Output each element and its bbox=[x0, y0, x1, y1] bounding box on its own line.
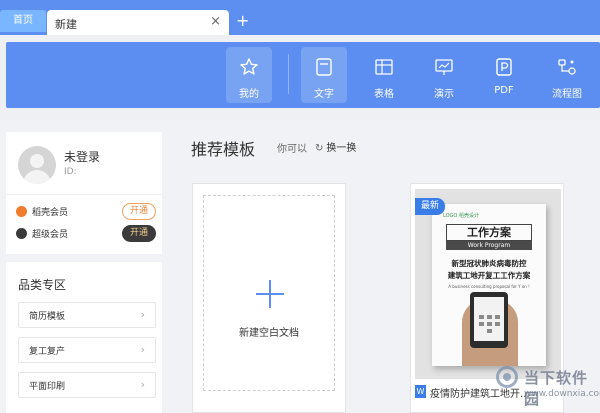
tab-new-label: 新建 bbox=[55, 18, 77, 31]
template-thumbnail: LOGO 稻壳设计 工作方案 Work Program 新型冠状肺炎病毒防控 建… bbox=[415, 189, 561, 379]
category-item-label: 简历模板 bbox=[29, 312, 66, 322]
user-card: 未登录 ID: 稻壳会员 开通 超级会员 开通 bbox=[6, 132, 162, 254]
category-title: 品类专区 bbox=[18, 278, 67, 292]
nav-table-label: 表格 bbox=[374, 89, 394, 100]
avatar-head bbox=[30, 154, 44, 168]
chevron-right-icon: › bbox=[140, 308, 145, 321]
word-doc-icon: W bbox=[415, 385, 426, 398]
vip-row-docer: 稻壳会员 开通 bbox=[16, 203, 156, 220]
nav-text-label: 文字 bbox=[314, 89, 334, 100]
nav-presentation[interactable]: 演示 bbox=[421, 47, 467, 103]
category-item[interactable]: 平面印刷 › bbox=[18, 372, 156, 398]
section-title: 推荐模板 bbox=[191, 140, 256, 159]
refresh-button[interactable]: ↻ 换一换 bbox=[315, 139, 356, 154]
avatar-body bbox=[23, 170, 51, 184]
nav-pdf[interactable]: PDF bbox=[481, 47, 527, 103]
new-blank-document-card[interactable]: 新建空白文档 bbox=[192, 183, 346, 413]
docer-vip-icon bbox=[16, 206, 27, 217]
open-super-vip-button[interactable]: 开通 bbox=[122, 225, 156, 242]
phone-screen bbox=[474, 297, 504, 341]
nav-divider bbox=[288, 54, 289, 94]
pdf-icon bbox=[496, 58, 512, 76]
category-item[interactable]: 复工复产 › bbox=[18, 337, 156, 363]
refresh-icon: ↻ bbox=[315, 143, 324, 154]
add-tab-icon[interactable]: + bbox=[236, 12, 249, 30]
watermark-logo-icon bbox=[496, 366, 518, 388]
user-name[interactable]: 未登录 bbox=[64, 148, 100, 165]
vip-label: 稻壳会员 bbox=[32, 208, 69, 218]
watermark-text: 当下软件园 bbox=[524, 369, 589, 408]
refresh-label: 换一换 bbox=[326, 143, 357, 154]
tab-home[interactable]: 首页 bbox=[0, 10, 46, 32]
new-blank-document-label: 新建空白文档 bbox=[239, 328, 299, 339]
nav-mine[interactable]: 我的 bbox=[226, 47, 272, 103]
nav-flowchart-label: 流程图 bbox=[552, 89, 582, 100]
cover-logo: LOGO 稻壳设计 bbox=[443, 213, 479, 219]
watermark: 当下软件园 www.downxia.com bbox=[494, 362, 600, 410]
open-docer-vip-button[interactable]: 开通 bbox=[122, 203, 156, 220]
close-icon[interactable]: × bbox=[210, 14, 221, 30]
divider bbox=[6, 194, 162, 195]
keypad-key bbox=[479, 315, 484, 319]
keypad-key bbox=[495, 322, 500, 326]
refresh-hint: 你可以 bbox=[277, 144, 307, 155]
vip-label: 超级会员 bbox=[32, 230, 69, 240]
tab-bar: 首页 新建 × + bbox=[0, 0, 600, 35]
cover-heading-en: Work Program bbox=[446, 241, 532, 250]
keypad-key bbox=[487, 322, 492, 326]
cover-subtitle: A business consulting proposal for Y on … bbox=[448, 284, 530, 289]
cover-title-line: 建筑工地开复工工作方案 bbox=[447, 271, 531, 280]
star-icon bbox=[240, 58, 258, 75]
nav-pdf-label: PDF bbox=[494, 85, 514, 96]
watermark-url: www.downxia.com bbox=[524, 389, 600, 399]
category-item-label: 复工复产 bbox=[29, 347, 66, 357]
flowchart-icon bbox=[558, 59, 576, 75]
avatar[interactable] bbox=[18, 146, 56, 184]
keypad-key bbox=[479, 322, 484, 326]
plus-icon bbox=[256, 280, 284, 308]
phone-illustration bbox=[470, 292, 508, 348]
super-vip-icon bbox=[16, 228, 27, 239]
template-cover-document: LOGO 稻壳设计 工作方案 Work Program 新型冠状肺炎病毒防控 建… bbox=[432, 204, 546, 366]
plus-icon-bar bbox=[269, 280, 271, 308]
nav-flowchart[interactable]: 流程图 bbox=[544, 47, 590, 103]
keypad-key bbox=[487, 329, 492, 333]
chevron-right-icon: › bbox=[140, 343, 145, 356]
keypad-key bbox=[495, 315, 500, 319]
nav-table[interactable]: 表格 bbox=[361, 47, 407, 103]
category-card: 品类专区 简历模板 › 复工复产 › 平面印刷 › bbox=[6, 262, 162, 413]
category-item-label: 平面印刷 bbox=[29, 382, 66, 392]
nav-presentation-label: 演示 bbox=[434, 89, 454, 100]
presentation-icon bbox=[435, 59, 453, 75]
cover-title-line: 新型冠状肺炎病毒防控 bbox=[451, 259, 527, 268]
chevron-right-icon: › bbox=[140, 378, 145, 391]
document-icon bbox=[316, 58, 332, 76]
blank-document-dashed-area: 新建空白文档 bbox=[203, 195, 335, 391]
tab-new[interactable]: 新建 × bbox=[47, 10, 229, 35]
table-icon bbox=[375, 59, 393, 75]
nav-text[interactable]: 文字 bbox=[301, 47, 347, 103]
new-badge: 最新 bbox=[415, 198, 445, 215]
keypad-key bbox=[487, 315, 492, 319]
vip-row-super: 超级会员 开通 bbox=[16, 225, 156, 242]
nav-mine-label: 我的 bbox=[239, 89, 259, 100]
cover-heading: 工作方案 bbox=[446, 224, 532, 241]
category-item[interactable]: 简历模板 › bbox=[18, 302, 156, 328]
user-id: ID: bbox=[64, 167, 77, 177]
app-type-nav: 我的 文字 表格 演示 PDF 流程图 bbox=[6, 42, 600, 108]
